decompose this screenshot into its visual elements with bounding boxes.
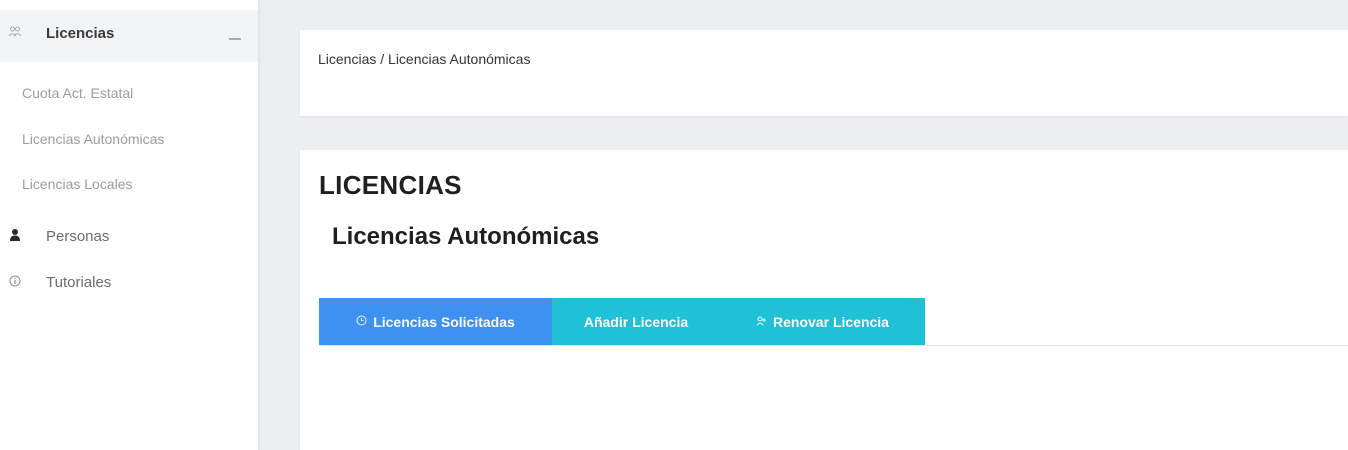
sidebar-item-label: Personas — [46, 228, 110, 245]
main-card: LICENCIAS Licencias Autonómicas Licencia… — [300, 150, 1348, 450]
tab-renovar-licencia[interactable]: Renovar Licencia — [720, 298, 925, 345]
sidebar-item-tutoriales[interactable]: Tutoriales — [0, 268, 258, 298]
sidebar-subitem-cuota[interactable]: Cuota Act. Estatal — [22, 85, 133, 101]
tab-label: Licencias Solicitadas — [373, 313, 515, 330]
tab-label: Renovar Licencia — [773, 313, 889, 330]
section-title: Licencias Autonómicas — [332, 223, 600, 250]
sidebar-group-label: Licencias — [46, 25, 115, 42]
users-icon — [8, 25, 22, 39]
tab-label: Añadir Licencia — [583, 313, 689, 330]
sidebar-subitem-locales[interactable]: Licencias Locales — [22, 176, 133, 192]
breadcrumb-card: Licencias / Licencias Autonómicas — [300, 30, 1348, 116]
sidebar-item-personas[interactable]: Personas — [0, 222, 258, 252]
info-icon — [9, 274, 23, 290]
sidebar: Licencias Cuota Act. Estatal Licencias A… — [0, 0, 259, 450]
tab-licencias-solicitadas[interactable]: Licencias Solicitadas — [319, 298, 552, 345]
page-title: LICENCIAS — [319, 170, 462, 200]
breadcrumb: Licencias / Licencias Autonómicas — [318, 51, 531, 67]
collapse-icon[interactable] — [229, 38, 241, 40]
sidebar-item-label: Tutoriales — [46, 274, 112, 291]
renew-icon — [756, 315, 767, 329]
clock-icon — [356, 315, 367, 329]
sidebar-group-licencias[interactable]: Licencias — [0, 10, 258, 62]
sidebar-subitem-autonomicas[interactable]: Licencias Autonómicas — [22, 131, 164, 147]
tab-bar: Licencias Solicitadas Añadir Licencia Re… — [319, 298, 1348, 346]
person-icon — [9, 228, 23, 244]
app-window: Licencias Cuota Act. Estatal Licencias A… — [0, 0, 1348, 450]
tab-anadir-licencia[interactable]: Añadir Licencia — [552, 298, 720, 345]
